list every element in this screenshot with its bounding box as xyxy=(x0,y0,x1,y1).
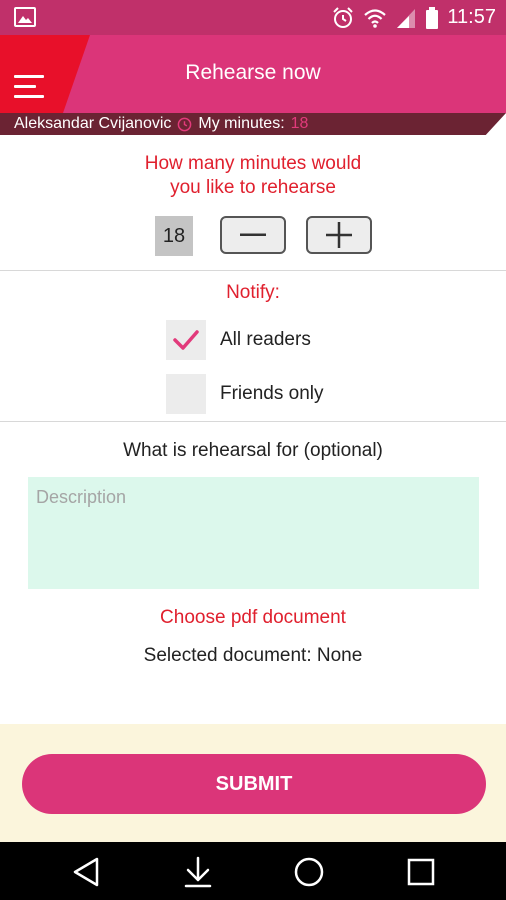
clock-icon xyxy=(178,117,192,131)
increase-minutes-button[interactable] xyxy=(306,216,372,254)
minutes-value: 18 xyxy=(290,115,309,132)
back-icon[interactable] xyxy=(68,854,104,890)
battery-icon xyxy=(426,6,439,29)
divider xyxy=(0,270,506,271)
user-name: Aleksandar Cvijanovic xyxy=(14,115,172,132)
page-title: Rehearse now xyxy=(185,61,321,84)
app-header: Rehearse now xyxy=(0,35,506,113)
recents-icon[interactable] xyxy=(403,854,439,890)
minutes-field[interactable]: 18 xyxy=(155,216,193,256)
download-icon[interactable] xyxy=(180,854,216,890)
minutes-question: How many minutes would you like to rehea… xyxy=(0,152,506,200)
alarm-icon xyxy=(333,6,354,28)
status-icons: 11:57 xyxy=(331,4,496,31)
description-input[interactable] xyxy=(28,477,479,589)
rehearsal-purpose-label: What is rehearsal for (optional) xyxy=(123,440,383,461)
home-icon[interactable] xyxy=(291,854,327,890)
checkbox-label: Friends only xyxy=(220,383,324,404)
system-nav-bar xyxy=(0,842,506,900)
status-time: 11:57 xyxy=(447,6,496,28)
wifi-icon xyxy=(364,8,387,28)
plus-icon xyxy=(326,222,352,248)
submit-button[interactable]: SUBMIT xyxy=(22,754,486,814)
minutes-question-line1: How many minutes would xyxy=(144,153,362,174)
selected-document-text: Selected document: None xyxy=(143,645,363,666)
decrease-minutes-button[interactable] xyxy=(220,216,286,254)
user-strip: Aleksandar Cvijanovic My minutes: 18 xyxy=(0,113,506,135)
status-bar: 11:57 xyxy=(0,0,506,35)
footer: SUBMIT xyxy=(0,724,506,842)
notify-all-readers-checkbox[interactable]: All readers xyxy=(166,320,311,360)
checkbox[interactable] xyxy=(166,320,206,360)
notify-friends-only-checkbox[interactable]: Friends only xyxy=(166,374,324,414)
checkbox[interactable] xyxy=(166,374,206,414)
choose-pdf-link[interactable]: Choose pdf document xyxy=(0,607,506,629)
divider xyxy=(0,421,506,422)
gallery-icon xyxy=(14,7,36,27)
minutes-question-line2: you like to rehearse xyxy=(170,177,336,198)
notify-label: Notify: xyxy=(226,282,280,303)
checkbox-label: All readers xyxy=(220,329,311,350)
signal-icon xyxy=(397,8,416,28)
minus-icon xyxy=(240,233,266,236)
minutes-label: My minutes: xyxy=(198,115,285,132)
checkmark-icon xyxy=(173,330,199,350)
